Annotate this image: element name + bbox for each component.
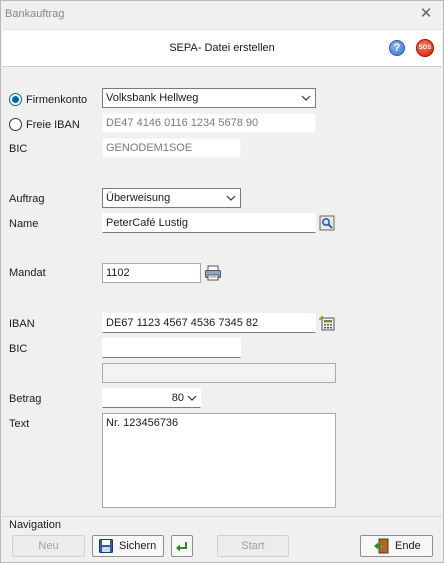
sichern-button[interactable]: Sichern xyxy=(92,535,164,557)
freie-iban-field[interactable]: DE47 4146 0116 1234 5678 90 xyxy=(102,113,316,133)
navigation-label: Navigation xyxy=(9,519,61,531)
page-title: SEPA- Datei erstellen xyxy=(169,42,275,54)
sos-icon[interactable]: SOS xyxy=(416,39,434,57)
close-icon[interactable]: ✕ xyxy=(417,5,435,23)
freie-iban-radio[interactable] xyxy=(9,118,22,131)
ende-button[interactable]: Ende xyxy=(360,535,433,557)
auftrag-value: Überweisung xyxy=(106,192,171,204)
firmenkonto-label: Firmenkonto xyxy=(26,94,88,106)
mandat-label: Mandat xyxy=(9,267,46,279)
bank-name-field xyxy=(102,363,336,383)
firmenkonto-value: Volksbank Hellweg xyxy=(106,92,199,104)
chevron-down-icon[interactable] xyxy=(186,392,198,404)
undo-arrow-icon xyxy=(176,542,187,552)
header-panel: SEPA- Datei erstellen ? SOS xyxy=(2,29,442,67)
account-bic-field[interactable]: GENODEM1SOE xyxy=(102,138,241,158)
account-bic-label: BIC xyxy=(9,143,28,155)
lookup-icon[interactable] xyxy=(319,215,335,231)
text-area[interactable]: Nr. 123456736 xyxy=(102,413,336,508)
chevron-down-icon xyxy=(301,95,311,101)
auftrag-label: Auftrag xyxy=(9,193,45,205)
text-label: Text xyxy=(9,418,30,430)
navigation-divider xyxy=(2,516,442,517)
order-bic-input[interactable] xyxy=(102,338,241,358)
iban-input[interactable]: DE67 1123 4567 4536 7345 82 xyxy=(102,313,316,333)
name-label: Name xyxy=(9,218,39,230)
sichern-label: Sichern xyxy=(119,540,157,552)
exit-door-icon xyxy=(374,538,389,554)
firmenkonto-radio[interactable] xyxy=(9,93,22,106)
undo-button[interactable] xyxy=(171,535,193,557)
iban-calculator-icon[interactable] xyxy=(319,315,335,331)
neu-button[interactable]: Neu xyxy=(12,535,85,557)
betrag-input[interactable]: 80 xyxy=(102,388,201,408)
chevron-down-icon xyxy=(226,195,236,201)
window-title: Bankauftrag xyxy=(5,8,65,20)
printer-icon[interactable] xyxy=(204,264,222,282)
betrag-label: Betrag xyxy=(9,393,42,405)
iban-label: IBAN xyxy=(9,318,35,330)
mandat-input[interactable]: 1102 xyxy=(102,263,201,283)
auftrag-select[interactable]: Überweisung xyxy=(102,188,241,208)
title-bar: Bankauftrag ✕ xyxy=(1,1,443,29)
help-icon[interactable]: ? xyxy=(389,40,405,56)
betrag-value: 80 xyxy=(171,392,184,404)
name-input[interactable]: PeterCafé Lustig xyxy=(102,213,316,233)
freie-iban-label: Freie IBAN xyxy=(26,119,80,131)
firmenkonto-select[interactable]: Volksbank Hellweg xyxy=(102,88,316,108)
start-button[interactable]: Start xyxy=(217,535,289,557)
ende-label: Ende xyxy=(395,540,421,552)
floppy-disk-icon xyxy=(99,539,113,553)
order-bic-label: BIC xyxy=(9,343,28,355)
bankauftrag-window: Bankauftrag ✕ SEPA- Datei erstellen ? SO… xyxy=(0,0,444,563)
